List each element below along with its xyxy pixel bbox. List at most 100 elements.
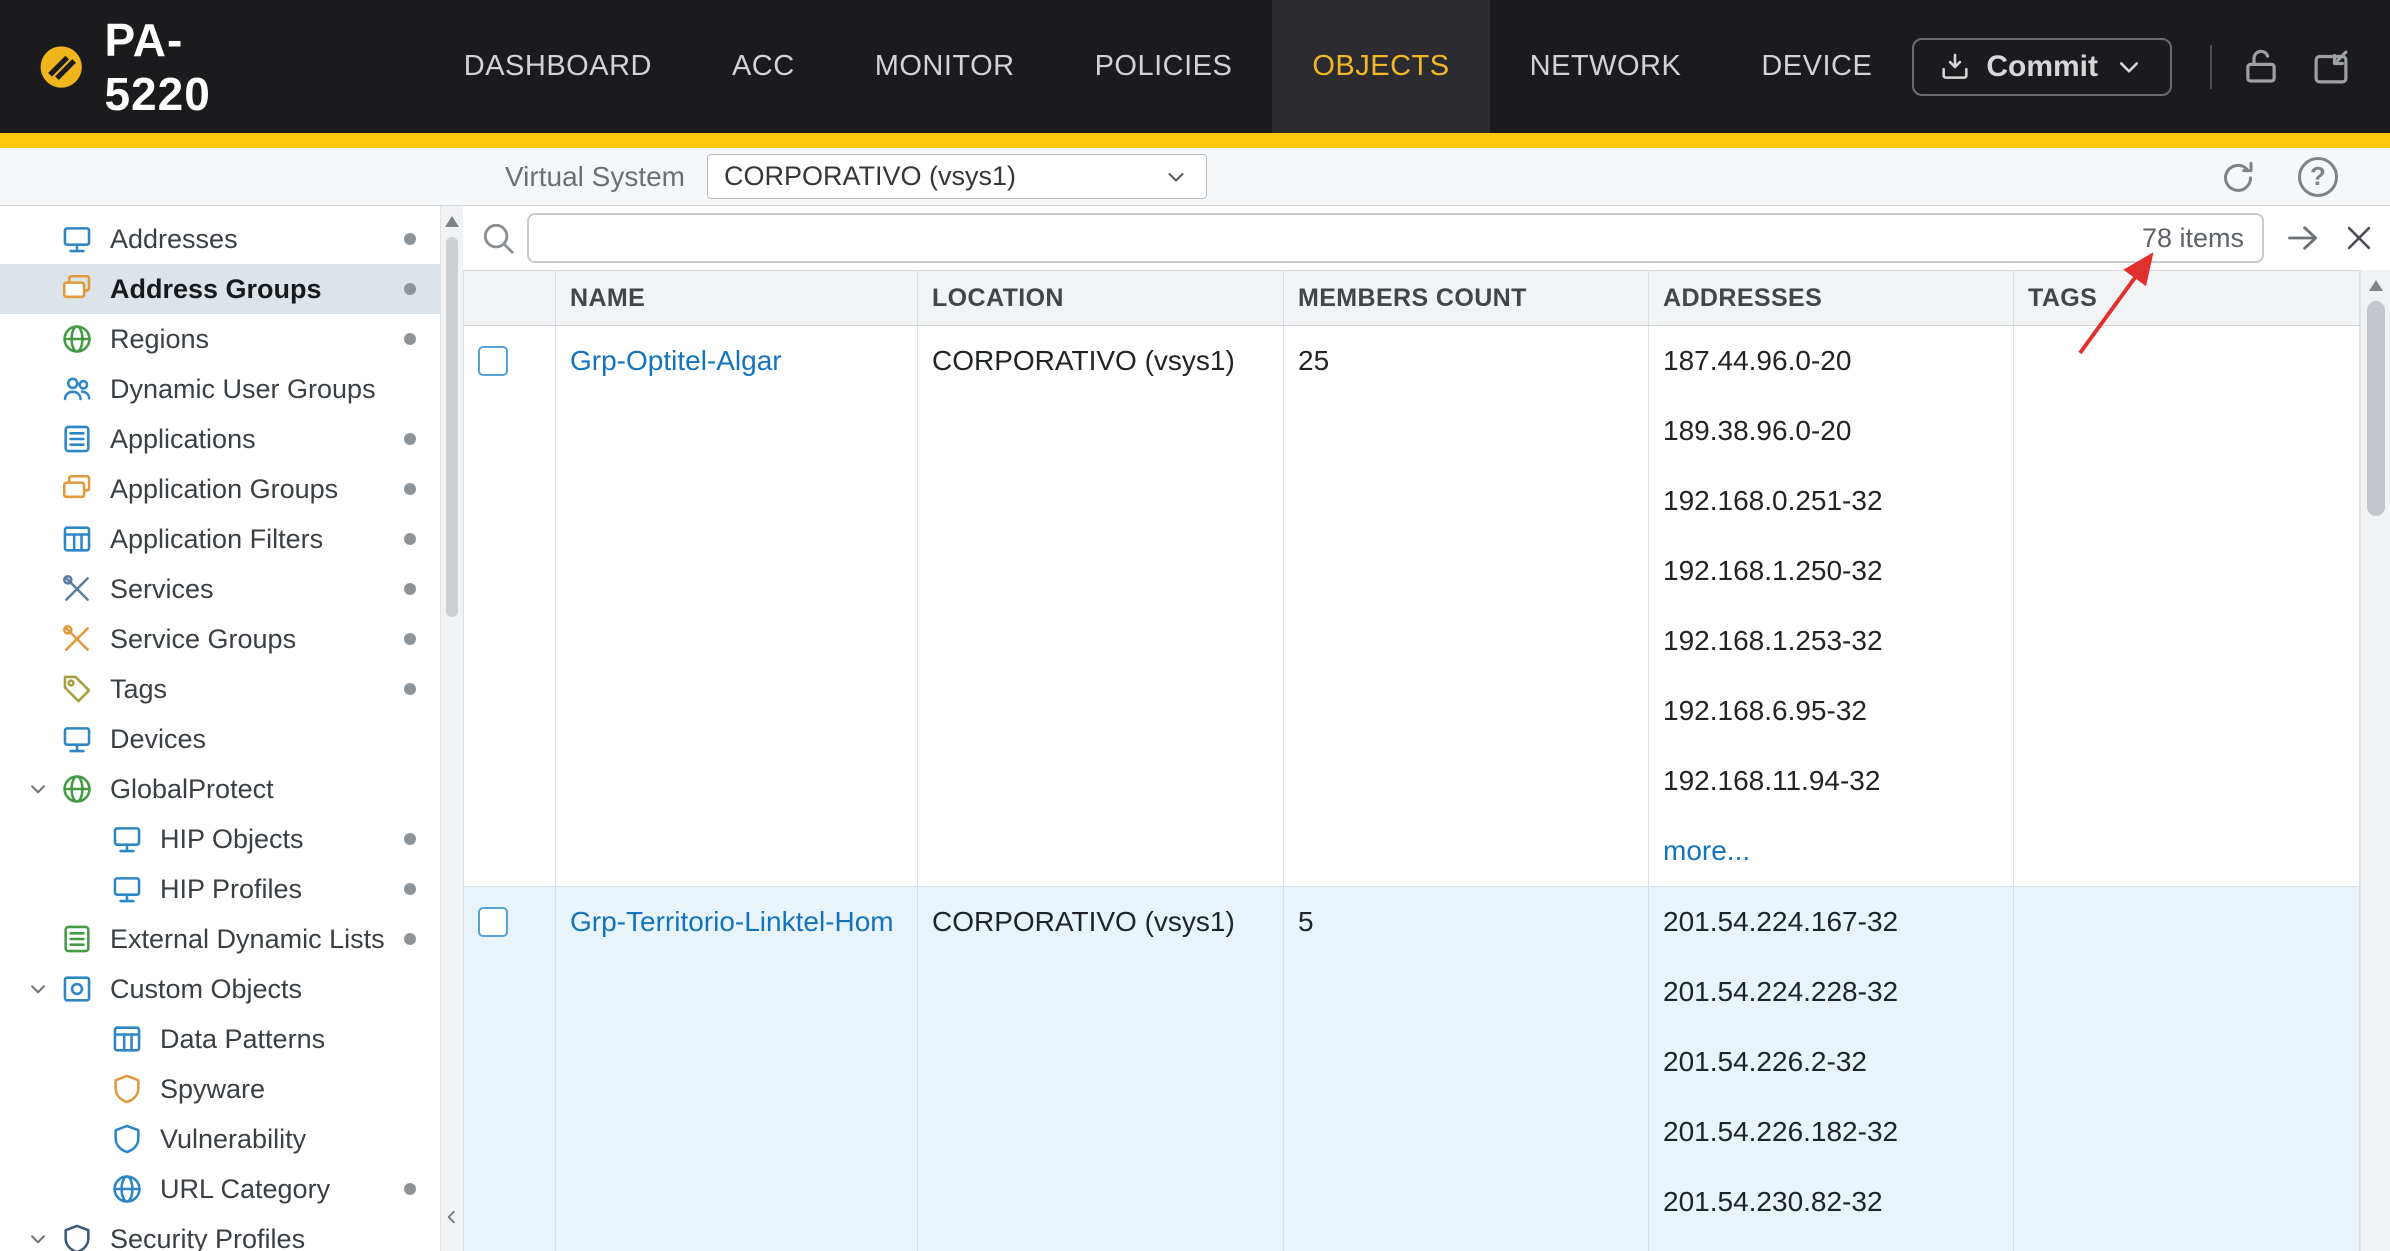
objects-present-dot: [404, 533, 416, 545]
sidebar-item-external-dynamic-lists[interactable]: External Dynamic Lists: [0, 914, 440, 964]
sidebar-item-services[interactable]: Services: [0, 564, 440, 614]
sidebar-item-dynamic-user-groups[interactable]: Dynamic User Groups: [0, 364, 440, 414]
device-brand: PA-5220: [0, 13, 264, 121]
objects-present-dot: [404, 483, 416, 495]
filter-input[interactable]: [547, 215, 2128, 261]
objects-present-dot: [404, 283, 416, 295]
sidebar-item-application-groups[interactable]: Application Groups: [0, 464, 440, 514]
column-header-name[interactable]: NAME: [556, 271, 918, 325]
sidebar-item-applications[interactable]: Applications: [0, 414, 440, 464]
sidebar-item-url-category[interactable]: URL Category: [0, 1164, 440, 1214]
nav-right-controls: Commit: [1912, 38, 2390, 96]
tags-icon: [60, 672, 94, 706]
expand-caret[interactable]: [16, 976, 60, 1002]
help-icon[interactable]: [2298, 157, 2338, 197]
nav-tab-network[interactable]: NETWORK: [1490, 0, 1722, 133]
address-entry: 192.168.1.250-32: [1663, 536, 2013, 606]
save-config-icon[interactable]: [2310, 46, 2352, 88]
scroll-up-arrow[interactable]: [2369, 280, 2383, 291]
address-group-link[interactable]: Grp-Optitel-Algar: [570, 345, 782, 377]
sidebar-item-regions[interactable]: Regions: [0, 314, 440, 364]
address-groups-content: 78 items NAME LOCATION MEMBERS COUNT ADD…: [463, 206, 2390, 1251]
sidebar-item-security-profiles[interactable]: Security Profiles: [0, 1214, 440, 1251]
sidebar-item-application-filters[interactable]: Application Filters: [0, 514, 440, 564]
address-groups-icon: [60, 272, 94, 306]
service-groups-icon: [60, 622, 94, 656]
row-checkbox[interactable]: [478, 346, 508, 376]
sidebar-item-service-groups[interactable]: Service Groups: [0, 614, 440, 664]
address-entry: 201.54.226.2-32: [1663, 1027, 2013, 1097]
sidebar-item-vulnerability[interactable]: Vulnerability: [0, 1114, 440, 1164]
search-icon[interactable]: [479, 219, 517, 257]
sidebar-item-address-groups[interactable]: Address Groups: [0, 264, 440, 314]
sidebar-item-devices[interactable]: Devices: [0, 714, 440, 764]
address-entry: 192.168.1.253-32: [1663, 606, 2013, 676]
objects-present-dot: [404, 1183, 416, 1195]
column-header-tags[interactable]: TAGS: [2014, 271, 2360, 325]
objects-present-dot: [404, 683, 416, 695]
table-row: Grp-Optitel-Algar CORPORATIVO (vsys1) 25…: [464, 326, 2360, 887]
row-checkbox[interactable]: [478, 907, 508, 937]
sidebar-item-hip-objects[interactable]: HIP Objects: [0, 814, 440, 864]
external-dynamic-lists-icon: [60, 922, 94, 956]
sidebar-item-data-patterns[interactable]: Data Patterns: [0, 1014, 440, 1064]
table-scrollbar[interactable]: [2360, 270, 2390, 1251]
more-addresses-link[interactable]: more...: [1663, 835, 1750, 867]
nav-tab-device[interactable]: DEVICE: [1721, 0, 1912, 133]
members-count-cell: 5: [1284, 887, 1649, 1251]
sidebar-scrollbar[interactable]: [440, 206, 463, 1251]
nav-divider: [2210, 45, 2212, 89]
objects-present-dot: [404, 633, 416, 645]
address-group-link[interactable]: Grp-Territorio-Linktel-Hom: [570, 906, 894, 938]
sidebar-item-custom-objects[interactable]: Custom Objects: [0, 964, 440, 1014]
chevron-down-icon: [2112, 50, 2146, 84]
clear-filter-icon[interactable]: [2342, 221, 2376, 255]
apply-filter-arrow-icon[interactable]: [2284, 219, 2322, 257]
nav-tab-policies[interactable]: POLICIES: [1055, 0, 1273, 133]
commit-button[interactable]: Commit: [1912, 38, 2172, 96]
chevron-left-icon: [440, 1205, 463, 1229]
security-profiles-icon: [60, 1222, 94, 1251]
sidebar-item-globalprotect[interactable]: GlobalProtect: [0, 764, 440, 814]
refresh-icon[interactable]: [2218, 157, 2258, 197]
name-cell: Grp-Optitel-Algar: [556, 326, 918, 886]
select-all-column-header: [464, 271, 556, 325]
scroll-up-arrow[interactable]: [445, 216, 459, 227]
tags-cell: [2014, 326, 2360, 886]
address-entry: 189.38.96.0-20: [1663, 396, 2013, 466]
table-header-row: NAME LOCATION MEMBERS COUNT ADDRESSES TA…: [464, 271, 2360, 326]
sidebar-item-hip-profiles[interactable]: HIP Profiles: [0, 864, 440, 914]
chevron-down-icon: [1162, 163, 1190, 191]
name-cell: Grp-Territorio-Linktel-Hom: [556, 887, 918, 1251]
application-filters-icon: [60, 522, 94, 556]
location-cell: CORPORATIVO (vsys1): [918, 326, 1284, 886]
address-entry: 192.168.0.251-32: [1663, 466, 2013, 536]
objects-present-dot: [404, 583, 416, 595]
sidebar-collapse-handle[interactable]: [440, 1194, 463, 1240]
expand-caret[interactable]: [16, 1226, 60, 1251]
nav-tab-dashboard[interactable]: DASHBOARD: [424, 0, 692, 133]
expand-caret[interactable]: [16, 776, 60, 802]
hip-objects-icon: [110, 822, 144, 856]
config-lock-icon[interactable]: [2240, 46, 2282, 88]
sidebar-item-tags[interactable]: Tags: [0, 664, 440, 714]
application-groups-icon: [60, 472, 94, 506]
addresses-icon: [60, 222, 94, 256]
top-nav-bar: PA-5220 DASHBOARD ACC MONITOR POLICIES O…: [0, 0, 2390, 133]
column-header-location[interactable]: LOCATION: [918, 271, 1284, 325]
nav-tab-monitor[interactable]: MONITOR: [835, 0, 1055, 133]
nav-tab-objects[interactable]: OBJECTS: [1272, 0, 1489, 133]
sidebar-item-addresses[interactable]: Addresses: [0, 214, 440, 264]
objects-present-dot: [404, 883, 416, 895]
sidebar-item-spyware[interactable]: Spyware: [0, 1064, 440, 1114]
scrollbar-thumb[interactable]: [2367, 301, 2385, 516]
virtual-system-select[interactable]: CORPORATIVO (vsys1): [707, 154, 1207, 199]
column-header-members-count[interactable]: MEMBERS COUNT: [1284, 271, 1649, 325]
scrollbar-thumb[interactable]: [446, 237, 458, 617]
regions-icon: [60, 322, 94, 356]
virtual-system-label: Virtual System: [505, 161, 685, 193]
tags-cell: [2014, 887, 2360, 1251]
column-header-addresses[interactable]: ADDRESSES: [1649, 271, 2014, 325]
nav-tab-acc[interactable]: ACC: [692, 0, 835, 133]
address-entry: 192.168.6.95-32: [1663, 676, 2013, 746]
